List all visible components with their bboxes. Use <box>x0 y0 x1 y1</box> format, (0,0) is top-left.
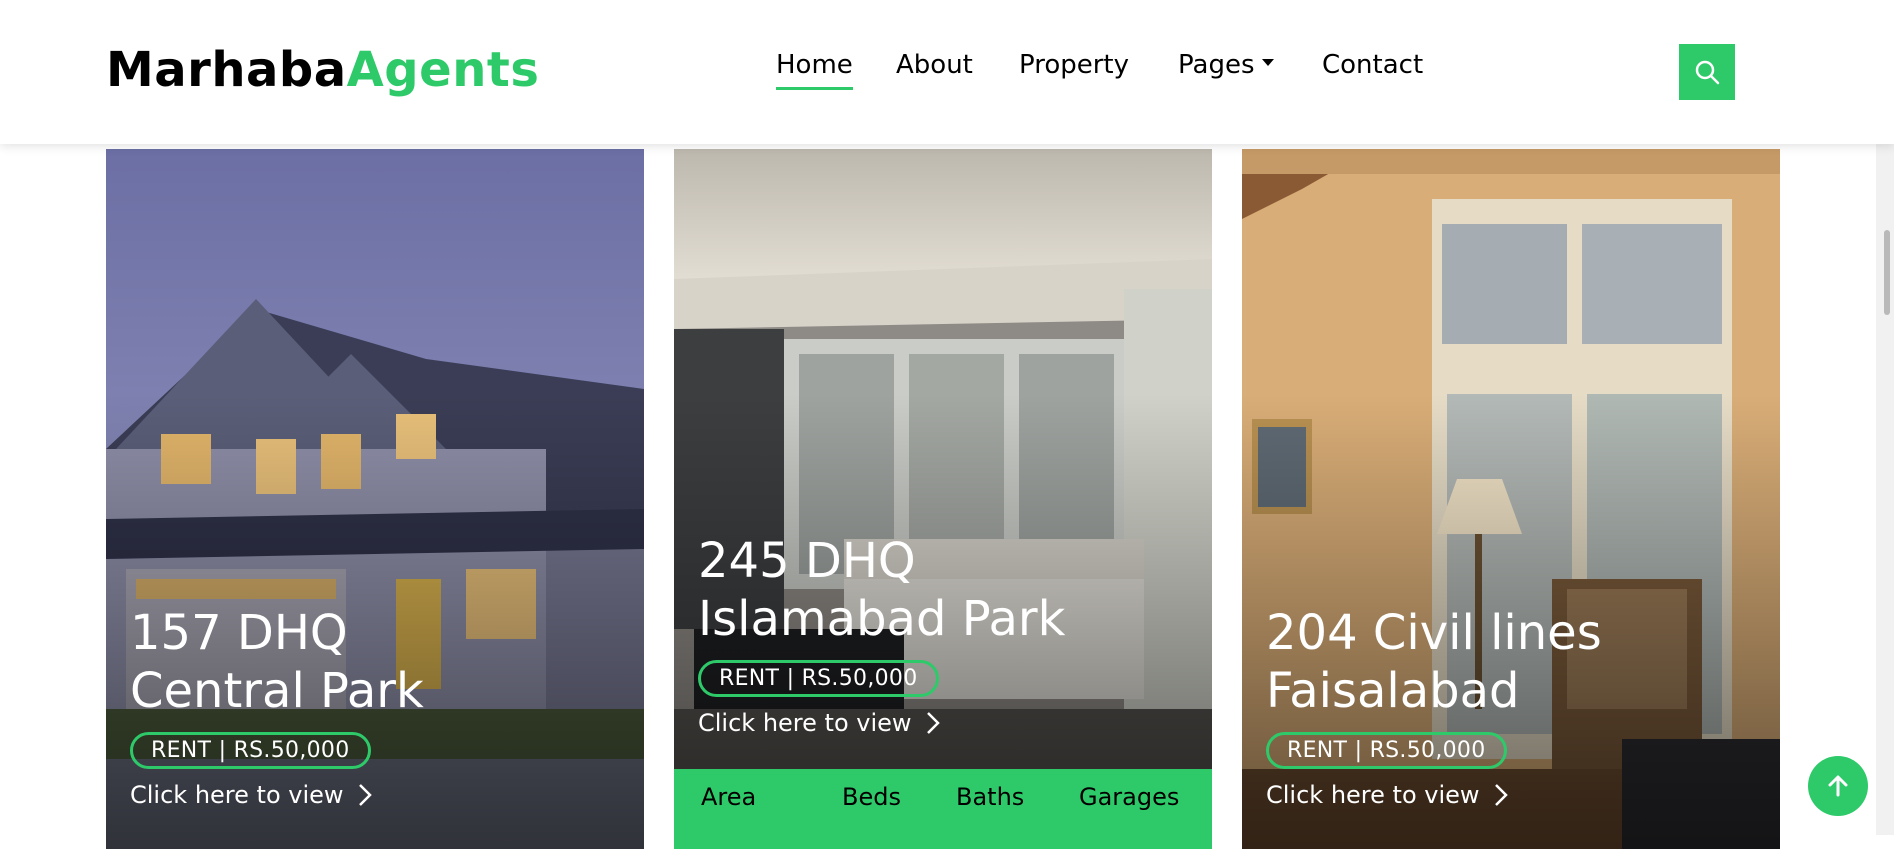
property-card-1[interactable]: 157 DHQ Central Park RENT | RS.50,000 Cl… <box>106 149 644 849</box>
nav-pages[interactable]: Pages <box>1178 50 1274 80</box>
search-button[interactable] <box>1679 44 1735 100</box>
title-line-2: Central Park <box>130 663 424 719</box>
title-line-2: Faisalabad <box>1266 663 1520 719</box>
price-badge: RENT | RS.50,000 <box>130 732 371 769</box>
stat-beds: Beds <box>842 783 901 811</box>
card-gradient-overlay <box>674 149 1212 849</box>
title-line-1: 245 DHQ <box>698 533 916 589</box>
stat-label: Garages <box>1079 783 1180 811</box>
chevron-right-icon <box>926 711 940 735</box>
arrow-up-icon <box>1828 775 1848 797</box>
property-title[interactable]: 204 Civil lines Faisalabad <box>1266 604 1756 720</box>
nav-about[interactable]: About <box>896 50 973 80</box>
view-property-link[interactable]: Click here to view <box>130 781 620 809</box>
price-badge: RENT | RS.50,000 <box>698 660 939 697</box>
view-link-label: Click here to view <box>130 781 344 809</box>
chevron-right-icon <box>358 783 372 807</box>
property-stats-bar: Area Beds Baths Garages <box>674 769 1212 849</box>
site-header: MarhabaAgents Home About Property Pages … <box>0 0 1894 144</box>
view-link-label: Click here to view <box>1266 781 1480 809</box>
nav-home[interactable]: Home <box>776 50 853 90</box>
title-line-1: 157 DHQ <box>130 605 348 661</box>
view-link-label: Click here to view <box>698 709 912 737</box>
property-card-2[interactable]: 245 DHQ Islamabad Park RENT | RS.50,000 … <box>674 149 1212 849</box>
title-line-1: 204 Civil lines <box>1266 605 1602 661</box>
price-badge: RENT | RS.50,000 <box>1266 732 1507 769</box>
main-nav: Home About Property Pages Contact <box>0 50 1894 90</box>
view-property-link[interactable]: Click here to view <box>1266 781 1756 809</box>
chevron-right-icon <box>1494 783 1508 807</box>
stat-garages: Garages <box>1079 783 1179 811</box>
stat-label: Area <box>701 783 757 811</box>
stat-label: Beds <box>842 783 901 811</box>
card-info: 204 Civil lines Faisalabad RENT | RS.50,… <box>1266 604 1756 809</box>
stat-area: Area <box>701 783 756 811</box>
view-property-link[interactable]: Click here to view <box>698 709 1188 737</box>
scrollbar-thumb[interactable] <box>1884 230 1890 315</box>
caret-down-icon <box>1261 59 1274 66</box>
stat-label: Baths <box>956 783 1025 811</box>
stat-baths: Baths <box>956 783 1024 811</box>
nav-pages-label: Pages <box>1178 50 1255 80</box>
nav-property[interactable]: Property <box>1019 50 1129 80</box>
card-info: 157 DHQ Central Park RENT | RS.50,000 Cl… <box>130 604 620 809</box>
property-card-3[interactable]: 204 Civil lines Faisalabad RENT | RS.50,… <box>1242 149 1780 849</box>
nav-contact[interactable]: Contact <box>1322 50 1423 80</box>
card-info: 245 DHQ Islamabad Park RENT | RS.50,000 … <box>698 532 1188 737</box>
search-icon <box>1695 60 1720 85</box>
property-title[interactable]: 157 DHQ Central Park <box>130 604 620 720</box>
back-to-top-button[interactable] <box>1808 756 1868 816</box>
title-line-2: Islamabad Park <box>698 591 1066 647</box>
property-title[interactable]: 245 DHQ Islamabad Park <box>698 532 1188 648</box>
